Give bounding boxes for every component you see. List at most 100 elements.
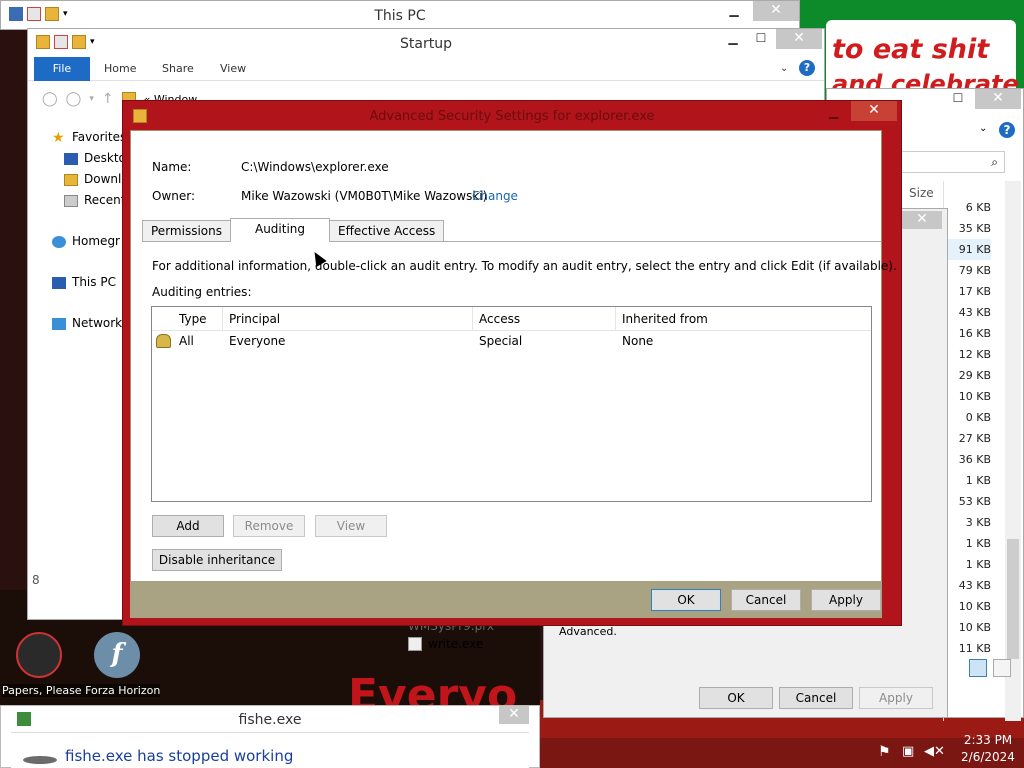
add-button[interactable]: Add	[152, 515, 224, 537]
nav-this-pc[interactable]: This PC	[72, 272, 116, 293]
size-cell: 12 KB	[958, 348, 991, 361]
column-header-inherited[interactable]: Inherited from	[616, 307, 869, 330]
desktop-icon	[64, 152, 78, 165]
tab-strip: Permissions Auditing Effective Access	[142, 218, 445, 242]
minimize-button[interactable]: ▁	[829, 105, 838, 119]
this-pc-window[interactable]: ▾ This PC ▁ ☐ ✕	[0, 0, 800, 30]
close-button[interactable]: ✕	[902, 211, 942, 229]
large-icons-view-icon[interactable]	[993, 659, 1011, 677]
cancel-button[interactable]: Cancel	[731, 589, 801, 611]
cell-principal: Everyone	[229, 334, 286, 348]
dialog-client-area: Name: C:\Windows\explorer.exe Owner: Mik…	[130, 130, 897, 588]
size-cell: 1 KB	[965, 558, 991, 571]
crash-message: fishe.exe has stopped working	[65, 747, 294, 765]
view-button[interactable]: View	[315, 515, 387, 537]
apply-button[interactable]: Apply	[811, 589, 881, 611]
details-view-icon[interactable]	[969, 659, 987, 677]
size-cell: 53 KB	[958, 495, 991, 508]
desktop-icon-label-papers[interactable]: Papers, Please	[2, 684, 82, 697]
papers-please-icon[interactable]	[16, 632, 62, 678]
fish-icon	[23, 756, 57, 764]
column-header-access[interactable]: Access	[473, 307, 616, 330]
close-button[interactable]: ✕	[851, 101, 897, 121]
ribbon-expand-icon[interactable]: ⌄	[979, 123, 987, 134]
help-icon[interactable]: ?	[999, 122, 1015, 138]
minimize-button[interactable]: ▁	[720, 29, 746, 49]
minimize-button[interactable]: ▁	[721, 1, 747, 21]
recent-locations-icon[interactable]: ▾	[89, 94, 94, 104]
ribbon-tab-home[interactable]: Home	[104, 57, 136, 81]
tab-effective-access[interactable]: Effective Access	[329, 220, 445, 242]
ok-button[interactable]: OK	[651, 589, 721, 611]
desktop-icon-label-forza[interactable]: Forza Horizon	[85, 684, 160, 697]
crash-title: fishe.exe	[238, 712, 302, 728]
file-item[interactable]: write.exe	[428, 637, 483, 651]
scrollbar-thumb[interactable]	[1007, 539, 1019, 659]
window-title: Startup	[400, 36, 452, 52]
up-arrow-icon[interactable]: ↑	[102, 91, 114, 107]
forward-arrow-icon[interactable]: ◯	[66, 91, 82, 107]
clock-time: 2:33 PM	[963, 733, 1013, 747]
maximize-button[interactable]: ☐	[748, 29, 774, 49]
nav-recent[interactable]: Recent	[84, 190, 125, 211]
ribbon-tab-file[interactable]: File	[34, 57, 90, 81]
size-cell: 11 KB	[958, 642, 991, 655]
search-icon: ⌕	[991, 155, 998, 169]
size-column-header[interactable]: Size	[909, 186, 934, 200]
owner-label: Owner:	[152, 189, 196, 203]
clock-date: 2/6/2024	[961, 750, 1015, 764]
table-row[interactable]: All Everyone Special None	[152, 331, 871, 352]
size-cell: 6 KB	[965, 201, 991, 214]
size-cell: 43 KB	[958, 306, 991, 319]
search-box[interactable]: ⌕	[901, 151, 1005, 173]
nav-network[interactable]: Network	[72, 313, 122, 334]
cancel-button[interactable]: Cancel	[779, 687, 853, 709]
remove-button[interactable]: Remove	[233, 515, 305, 537]
network-icon	[52, 317, 66, 330]
auditing-entries-list[interactable]: Type Principal Access Inherited from All…	[151, 306, 872, 502]
size-cell: 35 KB	[958, 222, 991, 235]
size-cell: 27 KB	[958, 432, 991, 445]
size-cell: 0 KB	[965, 411, 991, 424]
nav-homegroup[interactable]: Homegr	[72, 231, 120, 252]
disable-inheritance-button[interactable]: Disable inheritance	[152, 549, 282, 571]
close-button[interactable]: ✕	[499, 706, 529, 724]
auditing-entries-label: Auditing entries:	[152, 285, 252, 299]
maximize-button[interactable]: ☐	[945, 89, 971, 109]
size-cell: 1 KB	[965, 537, 991, 550]
network-icon[interactable]: ▣	[902, 744, 914, 759]
flag-icon[interactable]: ⚑	[878, 744, 891, 760]
ribbon-expand-icon[interactable]: ⌄	[780, 57, 788, 81]
volume-muted-icon[interactable]: ◀✕	[924, 744, 945, 759]
nav-favorites[interactable]: Favorites	[72, 127, 126, 148]
column-header-type[interactable]: Type	[152, 307, 223, 330]
status-fragment: 8	[32, 573, 40, 587]
flash-player-icon[interactable]: f	[94, 632, 140, 678]
tab-auditing[interactable]: Auditing	[229, 218, 331, 242]
apply-button[interactable]: Apply	[859, 687, 933, 709]
size-cell: 16 KB	[958, 327, 991, 340]
size-cell: 10 KB	[958, 390, 991, 403]
close-button[interactable]: ✕	[776, 29, 822, 49]
star-icon: ★	[52, 129, 65, 146]
back-arrow-icon[interactable]: ◯	[42, 91, 58, 107]
nav-desktop[interactable]: Deskto	[84, 148, 126, 169]
size-cell: 3 KB	[965, 516, 991, 529]
column-header-principal[interactable]: Principal	[223, 307, 473, 330]
tab-permissions[interactable]: Permissions	[142, 220, 231, 242]
crash-dialog[interactable]: fishe.exe ✕ fishe.exe has stopped workin…	[0, 705, 540, 768]
help-icon[interactable]: ?	[799, 60, 815, 76]
owner-change-link[interactable]: Change	[472, 189, 518, 203]
ribbon-tab-share[interactable]: Share	[162, 57, 194, 81]
scrollbar[interactable]	[1005, 181, 1021, 721]
close-button[interactable]: ✕	[753, 1, 799, 21]
ribbon-tab-view[interactable]: View	[220, 57, 246, 81]
this-pc-icon	[52, 276, 66, 289]
ok-button[interactable]: OK	[699, 687, 773, 709]
clock[interactable]: 2:33 PM 2/6/2024	[958, 732, 1018, 766]
cell-inherited: None	[622, 334, 654, 348]
name-value: C:\Windows\explorer.exe	[241, 160, 389, 174]
close-button[interactable]: ✕	[975, 89, 1021, 109]
users-icon	[156, 334, 171, 348]
auditing-info-text: For additional information, double-click…	[152, 259, 897, 273]
